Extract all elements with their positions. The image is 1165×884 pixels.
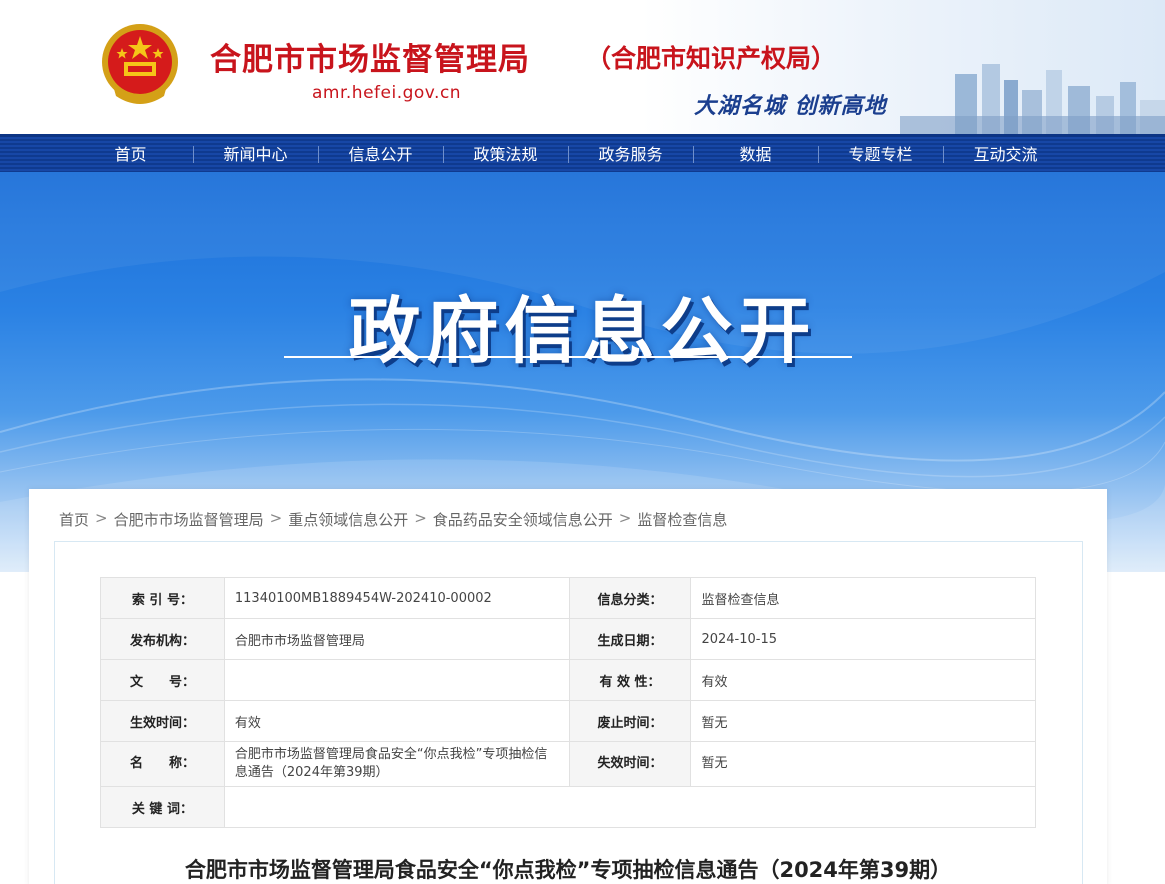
expire-label: 失效时间： bbox=[568, 741, 692, 787]
nav-item-data[interactable]: 数据 bbox=[693, 137, 818, 172]
city-skyline-icon bbox=[900, 64, 1165, 134]
document-box: 索 引 号： 11340100MB1889454W-202410-00002 信… bbox=[54, 541, 1083, 884]
nav-item-services[interactable]: 政务服务 bbox=[568, 137, 693, 172]
abolish-value: 暂无 bbox=[690, 700, 1036, 742]
validity-label: 有 效 性： bbox=[568, 659, 692, 701]
table-row: 名 称： 合肥市市场监督管理局食品安全“你点我检”专项抽检信息通告（2024年第… bbox=[100, 741, 1036, 787]
site-title: 合肥市市场监督管理局 bbox=[210, 42, 530, 78]
breadcrumb-separator: > bbox=[95, 509, 108, 527]
table-row: 发布机构： 合肥市市场监督管理局 生成日期： 2024-10-15 bbox=[100, 618, 1036, 660]
site-header: 合肥市市场监督管理局 （合肥市知识产权局） amr.hefei.gov.cn 大… bbox=[0, 0, 1165, 134]
breadcrumb-food-drug[interactable]: 食品药品安全领域信息公开 bbox=[433, 509, 613, 530]
category-label: 信息分类： bbox=[568, 577, 692, 619]
table-row: 关 键 词： bbox=[100, 786, 1037, 828]
index-label: 索 引 号： bbox=[100, 577, 225, 619]
content-panel: 首页 > 合肥市市场监督管理局 > 重点领域信息公开 > 食品药品安全领域信息公… bbox=[29, 489, 1107, 884]
nav-item-news[interactable]: 新闻中心 bbox=[193, 137, 318, 172]
expire-value: 暂无 bbox=[690, 741, 1036, 787]
nav-item-home[interactable]: 首页 bbox=[68, 137, 193, 172]
effective-label: 生效时间： bbox=[100, 700, 225, 742]
site-subtitle: （合肥市知识产权局） bbox=[586, 44, 837, 73]
date-value: 2024-10-15 bbox=[690, 618, 1036, 660]
slogan: 大湖名城 创新高地 bbox=[694, 94, 887, 119]
docno-label: 文 号： bbox=[100, 659, 225, 701]
breadcrumb-separator: > bbox=[269, 509, 283, 527]
date-label: 生成日期： bbox=[568, 618, 692, 660]
publisher-value: 合肥市市场监督管理局 bbox=[223, 618, 570, 660]
site-domain: amr.hefei.gov.cn bbox=[312, 83, 462, 103]
docno-value bbox=[223, 659, 570, 701]
main-nav: 首页 新闻中心 信息公开 政策法规 政务服务 数据 专题专栏 互动交流 bbox=[0, 134, 1165, 172]
nav-item-topics[interactable]: 专题专栏 bbox=[818, 137, 943, 172]
breadcrumb-separator: > bbox=[414, 509, 427, 527]
keywords-label: 关 键 词： bbox=[100, 786, 225, 828]
name-value: 合肥市市场监督管理局食品安全“你点我检”专项抽检信息通告（2024年第39期） bbox=[223, 741, 570, 787]
banner-underline bbox=[284, 356, 852, 358]
breadcrumb-home[interactable]: 首页 bbox=[59, 509, 89, 530]
effective-value: 有效 bbox=[223, 700, 570, 742]
breadcrumb-separator: > bbox=[618, 509, 632, 527]
validity-value: 有效 bbox=[690, 659, 1036, 701]
publisher-label: 发布机构： bbox=[100, 618, 225, 660]
name-label: 名 称： bbox=[100, 741, 225, 787]
national-emblem-icon bbox=[102, 24, 178, 104]
index-value: 11340100MB1889454W-202410-00002 bbox=[223, 577, 570, 619]
breadcrumb: 首页 > 合肥市市场监督管理局 > 重点领域信息公开 > 食品药品安全领域信息公… bbox=[59, 509, 727, 530]
table-row: 索 引 号： 11340100MB1889454W-202410-00002 信… bbox=[100, 577, 1036, 619]
abolish-label: 废止时间： bbox=[568, 700, 692, 742]
nav-item-interaction[interactable]: 互动交流 bbox=[943, 137, 1068, 172]
category-value: 监督检查信息 bbox=[690, 577, 1036, 619]
document-title: 合肥市市场监督管理局食品安全“你点我检”专项抽检信息通告（2024年第39期） bbox=[184, 858, 952, 882]
breadcrumb-key-areas[interactable]: 重点领域信息公开 bbox=[288, 509, 408, 530]
banner-title: 政府信息公开 bbox=[348, 289, 817, 373]
nav-item-info-disclosure[interactable]: 信息公开 bbox=[318, 137, 443, 172]
keywords-value bbox=[223, 786, 1037, 828]
table-row: 文 号： 有 效 性： 有效 bbox=[100, 659, 1036, 701]
metadata-table: 索 引 号： 11340100MB1889454W-202410-00002 信… bbox=[100, 577, 1037, 828]
nav-item-policy[interactable]: 政策法规 bbox=[443, 137, 568, 172]
breadcrumb-bureau[interactable]: 合肥市市场监督管理局 bbox=[114, 509, 264, 530]
breadcrumb-inspection[interactable]: 监督检查信息 bbox=[637, 509, 727, 530]
table-row: 生效时间： 有效 废止时间： 暂无 bbox=[100, 700, 1036, 742]
